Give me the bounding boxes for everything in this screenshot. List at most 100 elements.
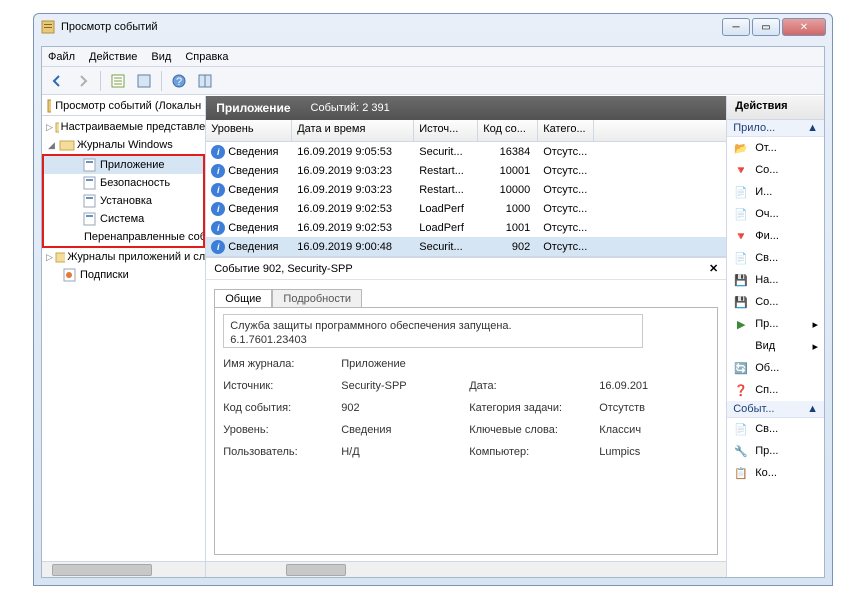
info-icon: i bbox=[211, 145, 225, 159]
folder-icon bbox=[55, 119, 59, 135]
event-row[interactable]: iСведения16.09.2019 9:02:53LoadPerf1000О… bbox=[206, 199, 726, 218]
collapse-icon: ▲ bbox=[807, 122, 818, 134]
tree-item-system[interactable]: Система bbox=[44, 210, 203, 228]
event-row[interactable]: iСведения16.09.2019 9:02:53LoadPerf1001О… bbox=[206, 218, 726, 237]
inner-frame: Файл Действие Вид Справка ? Просмотр соб… bbox=[41, 46, 825, 578]
info-icon: i bbox=[211, 202, 225, 216]
col-source[interactable]: Источ... bbox=[414, 120, 478, 141]
action-item[interactable]: 📄Св... bbox=[727, 247, 824, 269]
detail-panel: Событие 902, Security-SPP ✕ Общие Подроб… bbox=[206, 257, 726, 577]
log-icon bbox=[82, 211, 98, 227]
folder-icon bbox=[55, 249, 65, 265]
action-item[interactable]: 📂От... bbox=[727, 137, 824, 159]
action-icon: 📂 bbox=[733, 140, 749, 156]
toolbar: ? bbox=[42, 67, 824, 95]
highlight-box: Приложение Безопасность Установка Систем… bbox=[42, 154, 205, 248]
help-button[interactable]: ? bbox=[168, 70, 190, 92]
action-item[interactable]: Вид▸ bbox=[727, 335, 824, 357]
event-row[interactable]: iСведения16.09.2019 9:00:48Securit...902… bbox=[206, 237, 726, 256]
titlebar[interactable]: Просмотр событий ─ ▭ ✕ bbox=[34, 14, 832, 40]
folder-icon bbox=[59, 137, 75, 153]
log-icon bbox=[82, 157, 98, 173]
tree-root[interactable]: Просмотр событий (Локальн bbox=[42, 96, 205, 116]
window-title: Просмотр событий bbox=[61, 21, 722, 33]
action-icon: 🔧 bbox=[733, 443, 749, 459]
actions-group-log[interactable]: Прило...▲ bbox=[727, 120, 824, 137]
action-item[interactable]: ❓Сп... bbox=[727, 379, 824, 401]
actions-panel: Действия Прило...▲ 📂От...🔻Со...📄И...📄Оч.… bbox=[727, 96, 824, 577]
svg-text:?: ? bbox=[176, 76, 182, 88]
menu-file[interactable]: Файл bbox=[48, 51, 75, 63]
toolbar-separator bbox=[161, 71, 162, 91]
action-item[interactable]: 🔧Пр... bbox=[727, 440, 824, 462]
action-item[interactable]: 🔻Фи... bbox=[727, 225, 824, 247]
log-header: Приложение Событий: 2 391 bbox=[206, 96, 726, 120]
menu-action[interactable]: Действие bbox=[89, 51, 137, 63]
tree-windows-logs[interactable]: ◢Журналы Windows bbox=[42, 136, 205, 154]
minimize-button[interactable]: ─ bbox=[722, 18, 750, 36]
tree-item-application[interactable]: Приложение bbox=[44, 156, 203, 174]
col-eventid[interactable]: Код со... bbox=[478, 120, 538, 141]
action-item[interactable]: 🔻Со... bbox=[727, 159, 824, 181]
event-row[interactable]: iСведения16.09.2019 9:03:23Restart...100… bbox=[206, 161, 726, 180]
columns-button[interactable] bbox=[194, 70, 216, 92]
event-row[interactable]: iСведения16.09.2019 9:05:53Securit...163… bbox=[206, 142, 726, 161]
toolbar-separator bbox=[100, 71, 101, 91]
menubar[interactable]: Файл Действие Вид Справка bbox=[42, 47, 824, 67]
tree-app-logs[interactable]: ▷Журналы приложений и сл bbox=[42, 248, 205, 266]
action-item[interactable]: 🔄Об... bbox=[727, 357, 824, 379]
tab-details[interactable]: Подробности bbox=[272, 289, 362, 308]
collapse-icon: ▲ bbox=[807, 403, 818, 415]
action-icon bbox=[733, 338, 749, 354]
log-icon bbox=[82, 193, 98, 209]
col-datetime[interactable]: Дата и время bbox=[292, 120, 414, 141]
col-level[interactable]: Уровень bbox=[206, 120, 292, 141]
action-item[interactable]: ▶Пр...▸ bbox=[727, 313, 824, 335]
tab-general[interactable]: Общие bbox=[214, 289, 272, 308]
action-icon: 🔻 bbox=[733, 162, 749, 178]
action-item[interactable]: 💾Со... bbox=[727, 291, 824, 313]
close-button[interactable]: ✕ bbox=[782, 18, 826, 36]
tree-scrollbar[interactable] bbox=[42, 561, 205, 577]
event-row[interactable]: iСведения16.09.2019 9:03:23Restart...100… bbox=[206, 180, 726, 199]
tree-custom-views[interactable]: ▷Настраиваемые представле bbox=[42, 118, 205, 136]
show-tree-button[interactable] bbox=[107, 70, 129, 92]
action-icon: ❓ bbox=[733, 382, 749, 398]
event-properties: Имя журнала:Приложение Источник:Security… bbox=[223, 358, 709, 458]
info-icon: i bbox=[211, 221, 225, 235]
action-item[interactable]: 📋Ко... bbox=[727, 462, 824, 484]
detail-title: Событие 902, Security-SPP bbox=[214, 263, 353, 275]
forward-button[interactable] bbox=[72, 70, 94, 92]
action-icon: 🔄 bbox=[733, 360, 749, 376]
actions-group-event[interactable]: Событ...▲ bbox=[727, 401, 824, 418]
log-title: Приложение bbox=[216, 101, 290, 115]
action-icon: 📄 bbox=[733, 250, 749, 266]
action-icon: 💾 bbox=[733, 272, 749, 288]
subscription-icon bbox=[62, 267, 78, 283]
event-grid: Уровень Дата и время Источ... Код со... … bbox=[206, 120, 726, 257]
action-item[interactable]: 📄Св... bbox=[727, 418, 824, 440]
event-description: Служба защиты программного обеспечения з… bbox=[223, 314, 643, 348]
action-item[interactable]: 💾На... bbox=[727, 269, 824, 291]
detail-close-button[interactable]: ✕ bbox=[709, 262, 718, 275]
detail-body: Служба защиты программного обеспечения з… bbox=[214, 307, 718, 555]
back-button[interactable] bbox=[46, 70, 68, 92]
menu-view[interactable]: Вид bbox=[151, 51, 171, 63]
event-count: Событий: 2 391 bbox=[311, 102, 390, 114]
app-icon bbox=[40, 19, 56, 35]
detail-scrollbar[interactable] bbox=[206, 561, 726, 577]
tree-subscriptions[interactable]: Подписки bbox=[42, 266, 205, 284]
properties-button[interactable] bbox=[133, 70, 155, 92]
tree-item-forwarded[interactable]: Перенаправленные соб bbox=[44, 228, 203, 246]
col-category[interactable]: Катего... bbox=[538, 120, 594, 141]
action-icon: ▶ bbox=[733, 316, 749, 332]
action-item[interactable]: 📄Оч... bbox=[727, 203, 824, 225]
tree-item-setup[interactable]: Установка bbox=[44, 192, 203, 210]
log-icon bbox=[82, 175, 98, 191]
menu-help[interactable]: Справка bbox=[185, 51, 228, 63]
action-item[interactable]: 📄И... bbox=[727, 181, 824, 203]
maximize-button[interactable]: ▭ bbox=[752, 18, 780, 36]
tree-item-security[interactable]: Безопасность bbox=[44, 174, 203, 192]
info-icon: i bbox=[211, 164, 225, 178]
grid-header[interactable]: Уровень Дата и время Источ... Код со... … bbox=[206, 120, 726, 142]
